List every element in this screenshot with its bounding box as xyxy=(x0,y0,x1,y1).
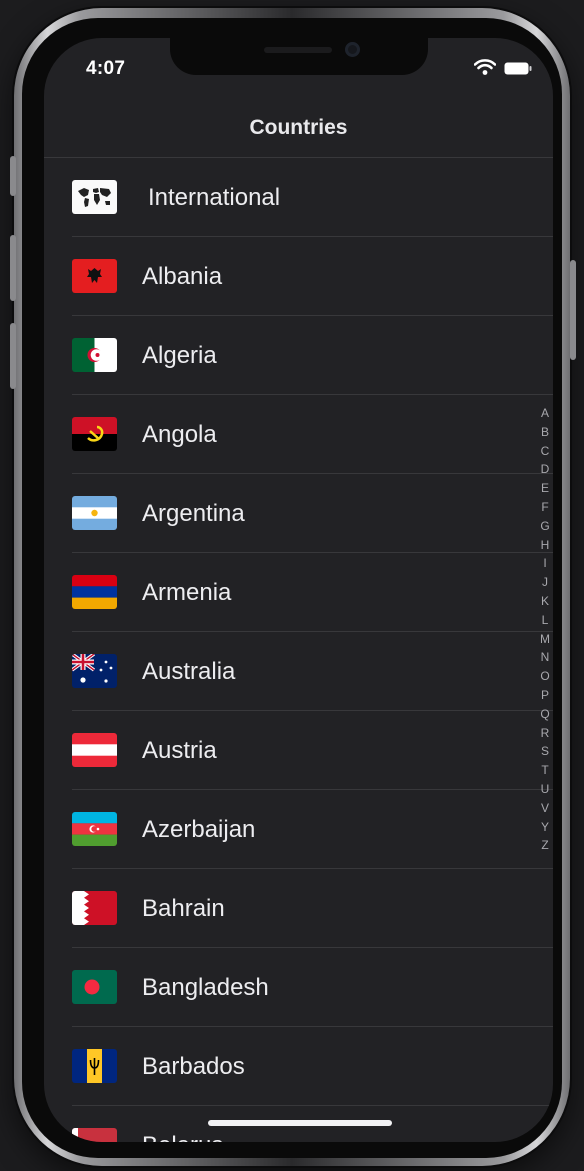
algeria-flag-icon xyxy=(72,338,117,372)
index-letter[interactable]: L xyxy=(538,611,552,630)
country-name: Algeria xyxy=(142,342,217,369)
country-name: Argentina xyxy=(142,500,245,527)
list-item-austria[interactable]: Austria xyxy=(44,711,553,790)
index-letter[interactable]: G xyxy=(538,517,552,536)
country-name: Barbados xyxy=(142,1053,245,1080)
angola-flag-icon xyxy=(72,417,117,451)
index-letter[interactable]: Y xyxy=(538,818,552,837)
list-item-bahrain[interactable]: Bahrain xyxy=(44,869,553,948)
index-letter[interactable]: K xyxy=(538,592,552,611)
list-item-bangladesh[interactable]: Bangladesh xyxy=(44,948,553,1027)
bangladesh-flag-icon xyxy=(72,970,117,1004)
index-letter[interactable]: B xyxy=(538,423,552,442)
belarus-flag-icon xyxy=(72,1128,117,1142)
list-item-argentina[interactable]: Argentina xyxy=(44,474,553,553)
alphabet-index[interactable]: A B C D E F G H I J K L M N O P Q R S T … xyxy=(538,404,552,855)
country-name: Bangladesh xyxy=(142,974,269,1001)
barbados-flag-icon xyxy=(72,1049,117,1083)
country-name: Australia xyxy=(142,658,236,685)
austria-flag-icon xyxy=(72,733,117,767)
list-item-barbados[interactable]: Barbados xyxy=(44,1027,553,1106)
status-time: 4:07 xyxy=(86,58,126,79)
list-item-albania[interactable]: Albania xyxy=(44,237,553,316)
page-title: Countries xyxy=(249,116,348,139)
index-letter[interactable]: F xyxy=(538,498,552,517)
list-item-australia[interactable]: Australia xyxy=(44,632,553,711)
country-name: Angola xyxy=(142,421,217,448)
index-letter[interactable]: D xyxy=(538,460,552,479)
australia-flag-icon xyxy=(72,654,117,688)
index-letter[interactable]: M xyxy=(538,630,552,649)
index-letter[interactable]: V xyxy=(538,799,552,818)
country-name: Bahrain xyxy=(142,895,225,922)
home-indicator[interactable] xyxy=(208,1120,392,1126)
index-letter[interactable]: R xyxy=(538,724,552,743)
screen: 4:07 Countries International Albania Alg… xyxy=(44,38,553,1142)
country-name: Armenia xyxy=(142,579,232,606)
azerbaijan-flag-icon xyxy=(72,812,117,846)
country-name: Azerbaijan xyxy=(142,816,256,843)
index-letter[interactable]: O xyxy=(538,667,552,686)
index-letter[interactable]: T xyxy=(538,761,552,780)
volume-up-button xyxy=(10,235,16,301)
camera-icon xyxy=(345,42,360,57)
index-letter[interactable]: S xyxy=(538,742,552,761)
index-letter[interactable]: C xyxy=(538,442,552,461)
list-item-algeria[interactable]: Algeria xyxy=(44,316,553,395)
index-letter[interactable]: A xyxy=(538,404,552,423)
index-letter[interactable]: N xyxy=(538,648,552,667)
armenia-flag-icon xyxy=(72,575,117,609)
country-list[interactable]: International Albania Algeria Angola Arg… xyxy=(44,158,553,1142)
wifi-icon xyxy=(474,59,496,75)
country-name: Austria xyxy=(142,737,217,764)
index-letter[interactable]: J xyxy=(538,573,552,592)
index-letter[interactable]: P xyxy=(538,686,552,705)
list-item-angola[interactable]: Angola xyxy=(44,395,553,474)
silent-switch xyxy=(10,156,16,196)
index-letter[interactable]: U xyxy=(538,780,552,799)
index-letter[interactable]: E xyxy=(538,479,552,498)
bahrain-flag-icon xyxy=(72,891,117,925)
notch xyxy=(170,38,428,75)
index-letter[interactable]: Q xyxy=(538,705,552,724)
list-item-armenia[interactable]: Armenia xyxy=(44,553,553,632)
world-map-flag-icon xyxy=(72,180,117,214)
list-item-azerbaijan[interactable]: Azerbaijan xyxy=(44,790,553,869)
albania-flag-icon xyxy=(72,259,117,293)
index-letter[interactable]: I xyxy=(538,554,552,573)
volume-down-button xyxy=(10,323,16,389)
index-letter[interactable]: H xyxy=(538,536,552,555)
speaker-grille xyxy=(264,47,332,53)
power-button xyxy=(570,260,576,360)
index-letter[interactable]: Z xyxy=(538,836,552,855)
country-name: Albania xyxy=(142,263,223,290)
list-item-international[interactable]: International xyxy=(44,158,553,237)
battery-icon xyxy=(504,62,532,75)
argentina-flag-icon xyxy=(72,496,117,530)
country-name: International xyxy=(148,184,281,211)
